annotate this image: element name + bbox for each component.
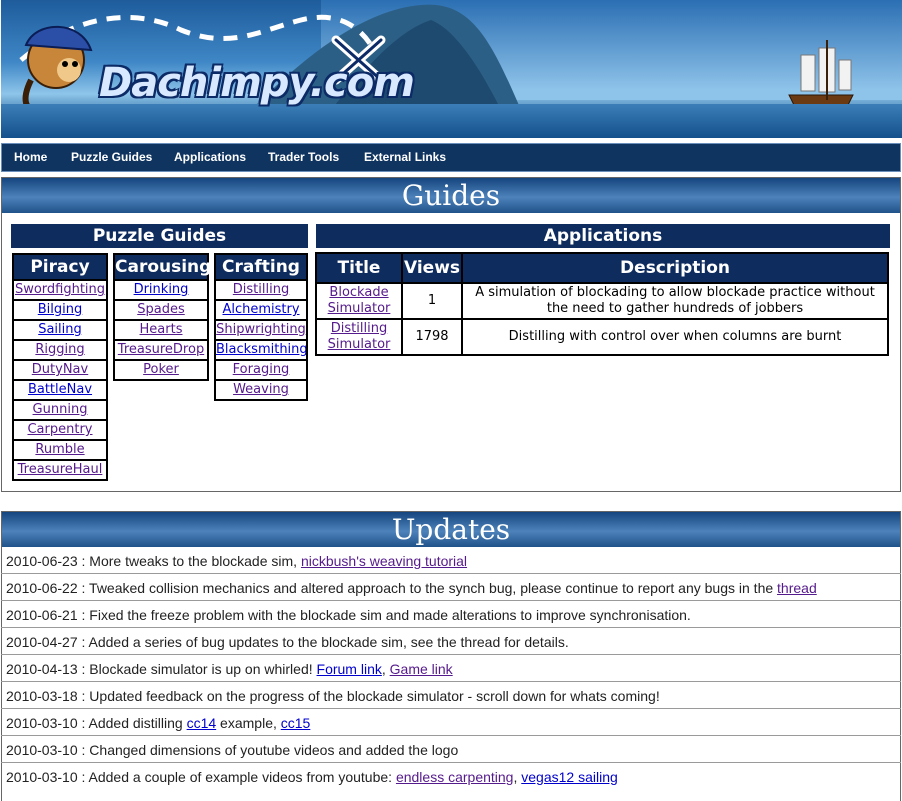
guide-link-rumble[interactable]: Rumble xyxy=(35,442,84,457)
guide-link-foraging[interactable]: Foraging xyxy=(233,362,290,377)
nav-home[interactable]: Home xyxy=(14,150,47,164)
update-text: : Added distilling xyxy=(77,715,187,731)
update-date: 2010-04-13 xyxy=(6,661,78,677)
table-row: Distilling Simulator 1798 Distilling wit… xyxy=(315,318,889,356)
update-date: 2010-03-18 xyxy=(6,688,78,704)
update-link[interactable]: thread xyxy=(777,580,817,596)
guide-link-spades[interactable]: Spades xyxy=(137,302,185,317)
update-row: 2010-03-18 : Updated feedback on the pro… xyxy=(1,683,901,709)
guide-link-dutynav[interactable]: DutyNav xyxy=(32,362,88,377)
col-description: Description xyxy=(461,252,889,284)
piracy-column: Piracy Swordfighting Bilging Sailing Rig… xyxy=(12,253,108,481)
guide-link-blacksmithing[interactable]: Blacksmithing xyxy=(216,342,306,357)
crafting-heading: Crafting xyxy=(216,255,306,281)
update-text: example, xyxy=(216,715,281,731)
update-row: 2010-04-27 : Added a series of bug updat… xyxy=(1,629,901,655)
guide-link-battlenav[interactable]: BattleNav xyxy=(28,382,92,397)
site-banner: Dachimpy.com xyxy=(1,0,902,138)
nav-puzzle-guides[interactable]: Puzzle Guides xyxy=(71,150,152,164)
update-link[interactable]: vegas12 sailing xyxy=(521,769,618,785)
update-link[interactable]: cc15 xyxy=(281,715,311,731)
updates-title: Updates xyxy=(2,512,900,547)
update-row: 2010-06-21 : Fixed the freeze problem wi… xyxy=(1,602,901,628)
guide-link-carpentry[interactable]: Carpentry xyxy=(27,422,92,437)
app-description: A simulation of blockading to allow bloc… xyxy=(461,282,889,320)
guide-link-shipwrighting[interactable]: Shipwrighting xyxy=(216,322,306,337)
table-row: Blockade Simulator 1 A simulation of blo… xyxy=(315,282,889,320)
nav-trader-tools[interactable]: Trader Tools xyxy=(268,150,339,164)
applications-table: Title Views Description Blockade Simulat… xyxy=(315,252,889,356)
guide-link-swordfighting[interactable]: Swordfighting xyxy=(15,282,105,297)
update-row: 2010-06-22 : Tweaked collision mechanics… xyxy=(1,575,901,601)
guides-title: Guides xyxy=(2,178,900,213)
site-logo[interactable]: Dachimpy.com xyxy=(99,60,415,106)
update-text: : Updated feedback on the progress of th… xyxy=(77,688,660,704)
update-link[interactable]: nickbush's weaving tutorial xyxy=(301,553,467,569)
update-date: 2010-03-10 xyxy=(6,769,78,785)
app-views: 1 xyxy=(400,282,464,320)
carousing-heading: Carousing xyxy=(115,255,211,281)
guide-link-weaving[interactable]: Weaving xyxy=(233,382,289,397)
update-text: : More tweaks to the blockade sim, xyxy=(77,553,301,569)
app-link-blockade-simulator[interactable]: Blockade Simulator xyxy=(328,285,391,316)
guide-link-hearts[interactable]: Hearts xyxy=(140,322,183,337)
puzzle-guides-heading: Puzzle Guides xyxy=(11,224,308,248)
col-views: Views xyxy=(400,252,464,284)
separator: , xyxy=(381,661,390,677)
app-description: Distilling with control over when column… xyxy=(461,318,889,356)
update-link[interactable]: Forum link xyxy=(317,661,382,677)
update-date: 2010-03-10 xyxy=(6,715,78,731)
carousing-column: Carousing Drinking Spades Hearts Treasur… xyxy=(113,253,211,381)
guide-link-treasuredrop[interactable]: TreasureDrop xyxy=(118,342,204,357)
update-row: 2010-06-23 : More tweaks to the blockade… xyxy=(1,548,901,574)
crafting-column: Crafting Distilling Alchemistry Shipwrig… xyxy=(214,253,308,401)
update-date: 2010-04-27 xyxy=(6,634,78,650)
update-row: 2010-03-10 : Changed dimensions of youtu… xyxy=(1,737,901,763)
update-text: : Blockade simulator is up on whirled! xyxy=(77,661,317,677)
app-views: 1798 xyxy=(400,318,464,356)
update-date: 2010-06-21 xyxy=(6,607,78,623)
update-row: 2010-03-10 : Added a couple of example v… xyxy=(1,764,901,790)
update-row: 2010-04-13 : Blockade simulator is up on… xyxy=(1,656,901,682)
nav-applications[interactable]: Applications xyxy=(174,150,246,164)
applications-heading: Applications xyxy=(316,224,890,248)
guide-link-bilging[interactable]: Bilging xyxy=(38,302,83,317)
col-title: Title xyxy=(315,252,403,284)
update-row: 2010-03-10 : Added distilling cc14 examp… xyxy=(1,710,901,736)
update-link[interactable]: endless carpenting xyxy=(396,769,514,785)
update-text: : Added a series of bug updates to the b… xyxy=(77,634,569,650)
guide-link-treasurehaul[interactable]: TreasureHaul xyxy=(18,462,103,477)
update-link[interactable]: cc14 xyxy=(187,715,217,731)
applications-header-row: Title Views Description xyxy=(315,252,889,284)
guide-link-gunning[interactable]: Gunning xyxy=(33,402,88,417)
guide-link-sailing[interactable]: Sailing xyxy=(38,322,82,337)
guide-link-poker[interactable]: Poker xyxy=(143,362,179,377)
piracy-heading: Piracy xyxy=(14,255,106,281)
update-date: 2010-06-22 xyxy=(6,580,78,596)
guide-link-drinking[interactable]: Drinking xyxy=(134,282,189,297)
update-text: : Added a couple of example videos from … xyxy=(77,769,396,785)
nav-external-links[interactable]: External Links xyxy=(364,150,446,164)
main-nav: Home Puzzle Guides Applications Trader T… xyxy=(1,143,901,172)
guide-link-rigging[interactable]: Rigging xyxy=(35,342,84,357)
update-date: 2010-03-10 xyxy=(6,742,78,758)
update-text: : Tweaked collision mechanics and altere… xyxy=(77,580,778,596)
update-text: : Fixed the freeze problem with the bloc… xyxy=(77,607,691,623)
guide-link-alchemistry[interactable]: Alchemistry xyxy=(222,302,299,317)
app-link-distilling-simulator[interactable]: Distilling Simulator xyxy=(328,321,391,352)
guide-link-distilling[interactable]: Distilling xyxy=(233,282,289,297)
update-text: : Changed dimensions of youtube videos a… xyxy=(77,742,459,758)
update-date: 2010-06-23 xyxy=(6,553,78,569)
banner-sea xyxy=(1,104,902,138)
update-link[interactable]: Game link xyxy=(390,661,453,677)
